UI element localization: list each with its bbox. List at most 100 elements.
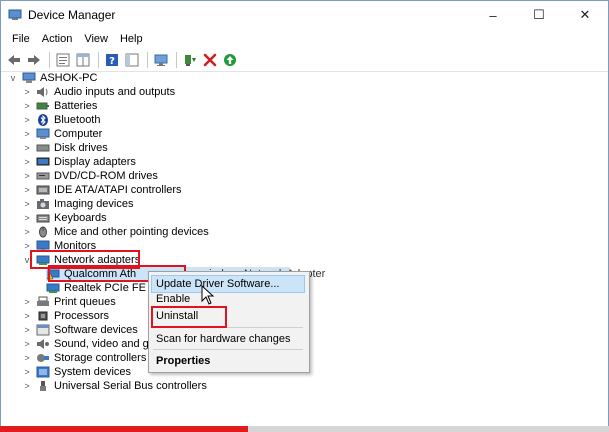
tree-item-print-queues[interactable]: > Print queues	[22, 295, 115, 309]
chevron-right-icon[interactable]: >	[22, 297, 32, 307]
chevron-right-icon[interactable]: >	[22, 339, 32, 349]
chevron-right-icon[interactable]: >	[22, 129, 32, 139]
tree-item-disk-drives[interactable]: > Disk drives	[22, 141, 108, 155]
svg-text:?: ?	[109, 56, 115, 67]
title-bar: Device Manager – ☐ ✕	[1, 1, 608, 29]
forward-button[interactable]	[25, 51, 43, 69]
back-button[interactable]	[5, 51, 23, 69]
tree-item-label: Processors	[54, 310, 110, 322]
enable-button[interactable]	[221, 51, 239, 69]
toolbar-separator	[98, 52, 99, 68]
maximize-button[interactable]: ☐	[516, 1, 562, 29]
chevron-right-icon[interactable]: >	[22, 157, 32, 167]
mouse-icon	[36, 226, 50, 238]
scan-hardware-menu-item[interactable]: Scan for hardware changes	[156, 330, 291, 348]
tree-item-imaging[interactable]: > Imaging devices	[22, 197, 133, 211]
tree-item-keyboards[interactable]: > Keyboards	[22, 211, 107, 225]
close-button[interactable]: ✕	[562, 1, 608, 29]
help-icon: ?	[106, 54, 118, 67]
tree-item-label: Audio inputs and outputs	[54, 86, 176, 98]
bluetooth-icon	[36, 114, 50, 126]
tree-item-dvd[interactable]: > DVD/CD-ROM drives	[22, 169, 158, 183]
tree-item-realtek-adapter[interactable]: Realtek PCIe FE	[46, 281, 146, 295]
chevron-right-icon[interactable]: >	[22, 213, 32, 223]
chevron-right-icon[interactable]: >	[22, 101, 32, 111]
tree-item-computer[interactable]: > Computer	[22, 127, 102, 141]
chevron-right-icon[interactable]: >	[22, 115, 32, 125]
chevron-down-icon[interactable]: v	[8, 73, 18, 83]
computer-icon	[22, 72, 36, 84]
panel-icon	[125, 53, 139, 67]
processor-icon	[36, 310, 50, 322]
close-icon: ✕	[579, 7, 591, 22]
chevron-right-icon[interactable]: >	[22, 325, 32, 335]
tree-item-label: DVD/CD-ROM drives	[54, 170, 158, 182]
grid-button[interactable]	[74, 51, 92, 69]
tree-item-label: Computer	[54, 128, 103, 140]
chevron-right-icon[interactable]: >	[22, 311, 32, 321]
chevron-right-icon[interactable]: >	[22, 143, 32, 153]
camera-icon	[36, 198, 50, 210]
help-button[interactable]: ?	[103, 51, 121, 69]
menu-bar: File Action View Help	[1, 29, 608, 49]
dvd-drive-icon	[36, 170, 50, 182]
printer-icon	[36, 296, 50, 308]
sound-video-icon	[36, 338, 50, 350]
chevron-right-icon[interactable]: >	[22, 227, 32, 237]
tree-item-label: Storage controllers	[54, 352, 147, 364]
scan-hardware-button[interactable]	[152, 51, 170, 69]
minimize-button[interactable]: –	[470, 1, 516, 29]
tree-item-bluetooth[interactable]: > Bluetooth	[22, 113, 100, 127]
tree-item-audio[interactable]: > Audio inputs and outputs	[22, 85, 175, 99]
chevron-right-icon[interactable]: >	[22, 353, 32, 363]
panel-button[interactable]	[123, 51, 141, 69]
forward-icon	[28, 55, 40, 65]
tree-item-mice[interactable]: > Mice and other pointing devices	[22, 225, 208, 239]
tree-root-label: ASHOK-PC	[40, 72, 98, 84]
menu-view[interactable]: View	[78, 31, 114, 47]
toolbar-separator	[49, 52, 50, 68]
tree-item-software-devices[interactable]: > Software devices	[22, 323, 138, 337]
battery-icon	[36, 100, 50, 112]
tree-item-storage-controllers[interactable]: > Storage controllers	[22, 351, 146, 365]
disk-drive-icon	[36, 142, 50, 154]
keyboard-icon	[36, 212, 50, 224]
tree-item-label: IDE ATA/ATAPI controllers	[54, 184, 182, 196]
chevron-right-icon[interactable]: >	[22, 381, 32, 391]
maximize-icon: ☐	[533, 7, 545, 22]
chevron-right-icon[interactable]: >	[22, 185, 32, 195]
storage-controller-icon	[36, 352, 50, 364]
tree-item-processors[interactable]: > Processors	[22, 309, 109, 323]
tree-item-ide[interactable]: > IDE ATA/ATAPI controllers	[22, 183, 182, 197]
tree-item-batteries[interactable]: > Batteries	[22, 99, 97, 113]
tree-root[interactable]: v ASHOK-PC	[8, 71, 98, 85]
enable-icon	[224, 54, 236, 66]
chevron-right-icon[interactable]: >	[22, 87, 32, 97]
toolbar: ?	[1, 49, 608, 72]
chevron-right-icon[interactable]: >	[22, 367, 32, 377]
chevron-right-icon[interactable]: >	[22, 171, 32, 181]
window-title: Device Manager	[28, 8, 116, 22]
uninstall-button[interactable]	[201, 51, 219, 69]
menu-file[interactable]: File	[6, 31, 36, 47]
tree-item-display-adapters[interactable]: > Display adapters	[22, 155, 136, 169]
toolbar-separator	[176, 52, 177, 68]
update-driver-button[interactable]	[181, 51, 199, 69]
menu-help[interactable]: Help	[114, 31, 149, 47]
speaker-icon	[36, 86, 50, 98]
chevron-right-icon[interactable]: >	[22, 199, 32, 209]
properties-menu-item[interactable]: Properties	[156, 352, 210, 370]
tree-item-system-devices[interactable]: > System devices	[22, 365, 131, 379]
system-device-icon	[36, 366, 50, 378]
properties-icon	[56, 53, 70, 67]
properties-button[interactable]	[54, 51, 72, 69]
menu-action[interactable]: Action	[36, 31, 79, 47]
tree-item-label: Keyboards	[54, 212, 107, 224]
tree-item-usb-controllers[interactable]: > Universal Serial Bus controllers	[22, 379, 206, 393]
tree-item-label: Software devices	[54, 324, 138, 336]
mouse-cursor-icon	[201, 285, 215, 305]
tree-item-label: Disk drives	[54, 142, 108, 154]
toolbar-separator	[147, 52, 148, 68]
uninstall-icon	[203, 53, 217, 67]
device-manager-window: Device Manager – ☐ ✕ File Action View He…	[0, 0, 609, 432]
